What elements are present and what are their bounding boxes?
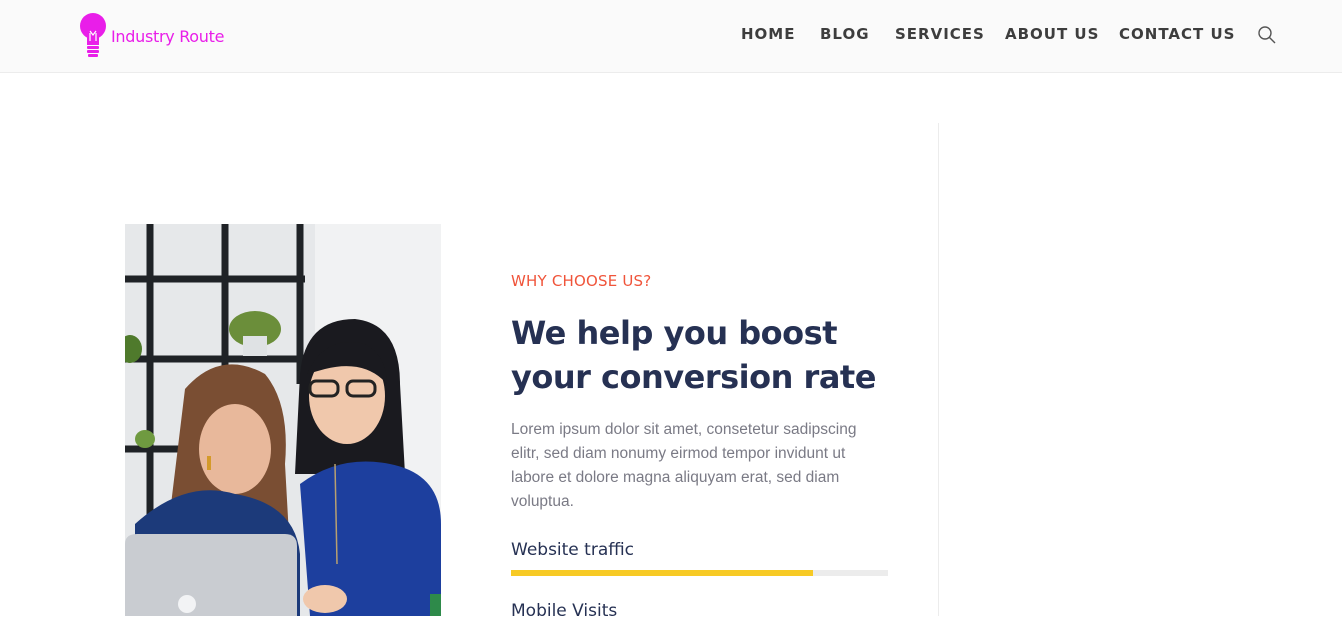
- column-divider: [938, 123, 939, 616]
- nav-item-blog[interactable]: BLOG: [820, 25, 870, 43]
- nav-item-contact-us[interactable]: CONTACT US: [1119, 25, 1235, 43]
- progress-bar-website-traffic: [511, 570, 888, 576]
- nav-item-services[interactable]: SERVICES: [895, 25, 985, 43]
- nav-item-about-us[interactable]: ABOUT US: [1005, 25, 1099, 43]
- search-icon[interactable]: [1257, 25, 1277, 45]
- progress-fill-website-traffic: [511, 570, 813, 576]
- section-eyebrow: WHY CHOOSE US?: [511, 272, 652, 290]
- main-nav: HOME BLOG SERVICES ABOUT US CONTACT US: [0, 25, 1342, 47]
- skill-label-website-traffic: Website traffic: [511, 540, 635, 560]
- nav-item-home[interactable]: HOME: [741, 25, 795, 43]
- site-header: Industry Route HOME BLOG SERVICES ABOUT …: [0, 0, 1342, 73]
- team-photo: [125, 224, 441, 616]
- section-headline: We help you boost your conversion rate: [511, 314, 876, 396]
- section-body: Lorem ipsum dolor sit amet, consetetur s…: [511, 421, 857, 510]
- skill-label-mobile-visits: Mobile Visits: [511, 601, 618, 621]
